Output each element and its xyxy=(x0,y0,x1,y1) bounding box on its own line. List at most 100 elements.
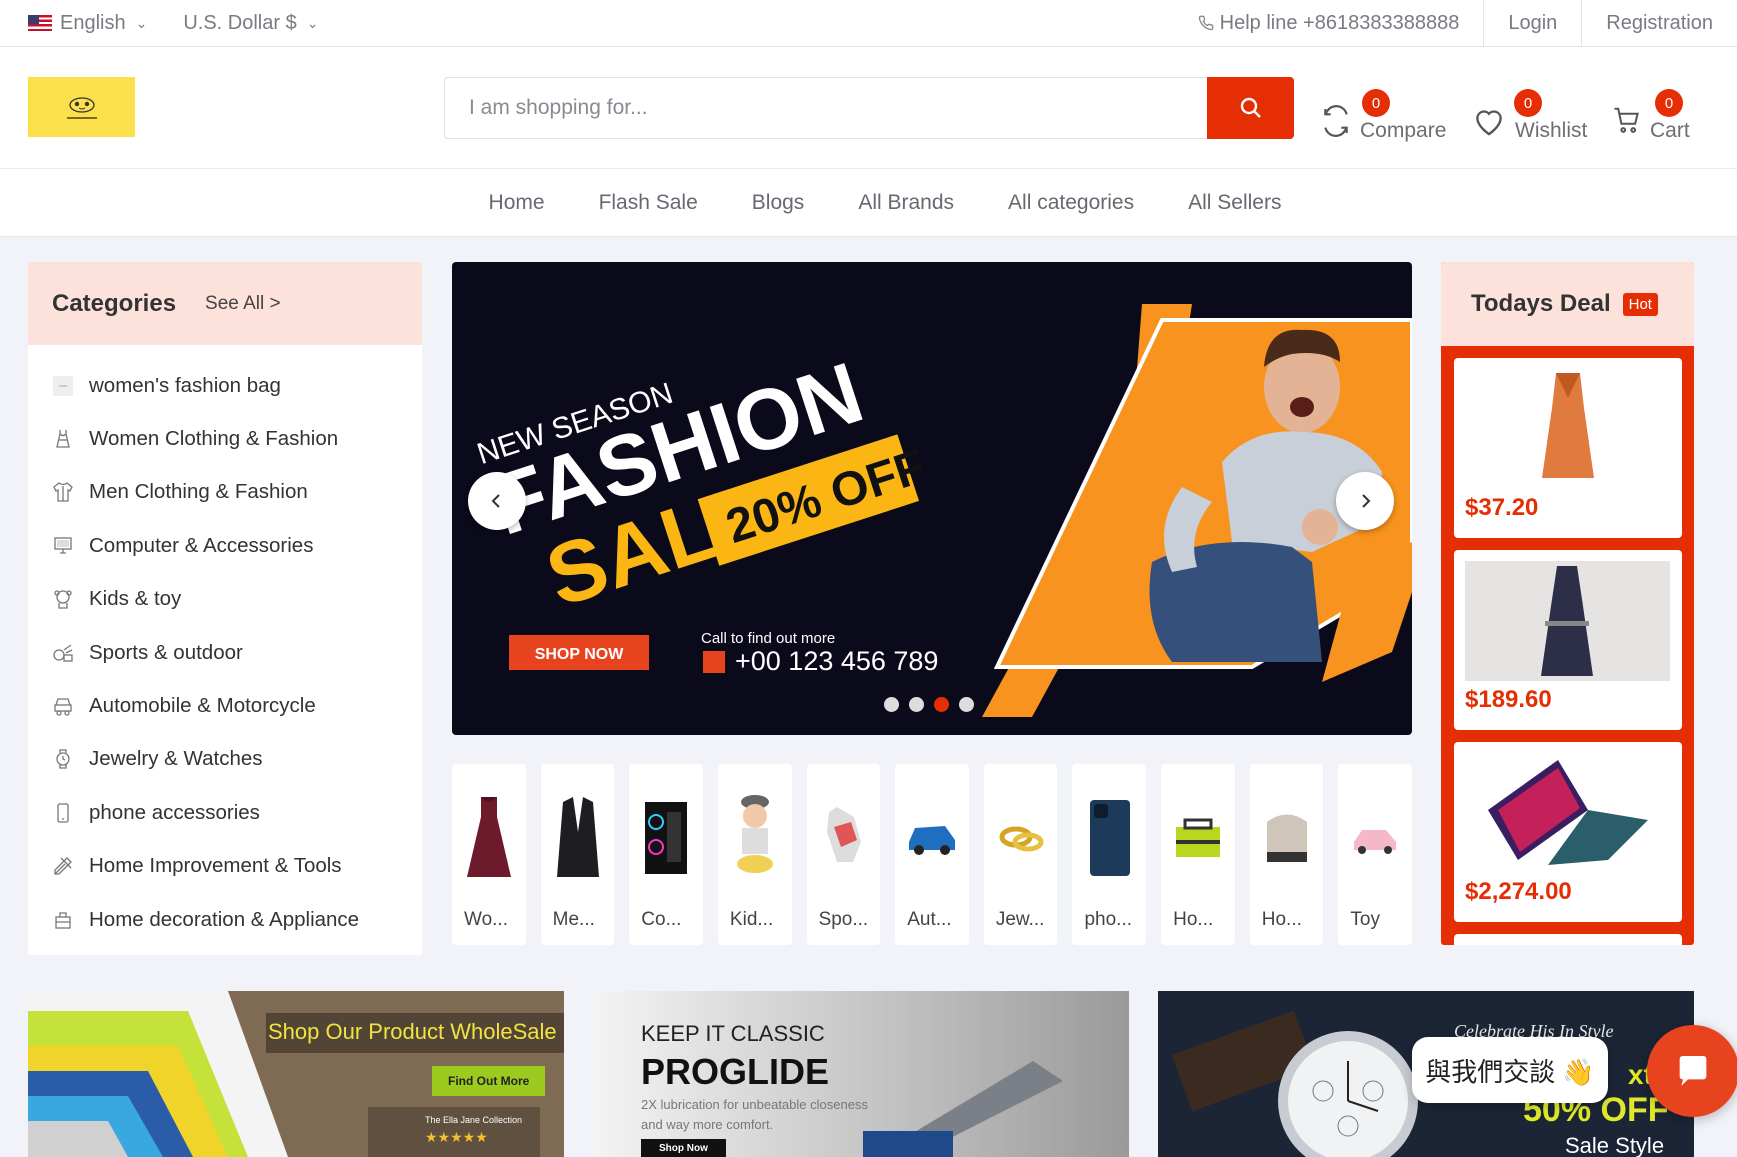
compare-icon xyxy=(1324,105,1348,137)
registration-link[interactable]: Registration xyxy=(1581,0,1737,46)
chat-prompt[interactable]: 與我們交談 👋 xyxy=(1412,1037,1608,1103)
navy-dress-image xyxy=(1465,561,1670,681)
category-item-computer[interactable]: Computer & Accessories xyxy=(28,519,422,572)
search-bar xyxy=(444,77,1294,139)
laptop-image xyxy=(1488,760,1648,865)
top-bar: English ⌄ U.S. Dollar $ ⌄ Help line +861… xyxy=(0,0,1737,47)
compare-button[interactable]: 0 Compare xyxy=(1320,85,1446,143)
find-out-more-button[interactable]: Find Out More xyxy=(432,1066,546,1096)
category-item-kids-toy[interactable]: Kids & toy xyxy=(28,573,422,626)
car-icon xyxy=(52,695,74,717)
slide-dot[interactable] xyxy=(909,697,924,712)
category-tile[interactable]: Spo... xyxy=(806,764,881,945)
category-tile[interactable]: Ho... xyxy=(1161,764,1235,945)
toolbox-image xyxy=(1169,789,1227,884)
main-nav: Home Flash Sale Blogs All Brands All cat… xyxy=(0,169,1737,237)
shop-now-button: SHOP NOW xyxy=(535,646,625,663)
category-list: women's fashion bag Women Clothing & Fas… xyxy=(28,345,422,946)
categories-header: Categories See All > xyxy=(28,262,422,345)
watch-icon xyxy=(52,748,74,770)
category-tile[interactable]: Ho... xyxy=(1249,764,1324,945)
promo-title: PROGLIDE xyxy=(641,1051,830,1092)
shirt-icon xyxy=(52,481,74,503)
promo-banner-wholesale[interactable]: Shop Our Product WholeSale Find Out More… xyxy=(28,991,564,1157)
nav-blogs[interactable]: Blogs xyxy=(752,191,805,215)
banner-prev-button[interactable] xyxy=(468,472,526,530)
currency-selector[interactable]: U.S. Dollar $ ⌄ xyxy=(183,12,318,35)
category-item-automobile[interactable]: Automobile & Motorcycle xyxy=(28,679,422,732)
slide-dot[interactable] xyxy=(959,697,974,712)
deal-price: $189.60 xyxy=(1465,686,1552,713)
deal-product-card[interactable]: $2,274.00 xyxy=(1454,742,1682,922)
slide-dot-active[interactable] xyxy=(934,697,949,712)
login-link[interactable]: Login xyxy=(1483,0,1581,46)
category-tile[interactable]: pho... xyxy=(1072,764,1147,945)
orange-stripe-bottom xyxy=(982,662,1062,717)
promo-subtitle: Sale Style xyxy=(1565,1133,1665,1157)
category-tile[interactable]: Toy xyxy=(1338,764,1413,945)
banner-next-button[interactable] xyxy=(1336,472,1394,530)
phone-icon xyxy=(52,802,74,824)
category-tile[interactable]: Wo... xyxy=(452,764,526,945)
chair-image xyxy=(1258,789,1316,884)
toy-car-image xyxy=(1346,789,1404,884)
heart-icon xyxy=(1476,110,1502,136)
shop-now-button[interactable]: Shop Now xyxy=(641,1139,726,1157)
categories-title: Categories xyxy=(52,289,177,317)
category-tile[interactable]: Aut... xyxy=(895,764,969,945)
glove-image xyxy=(815,789,873,884)
site-header: 0 Compare 0 Wishlist 0 Cart xyxy=(0,47,1737,169)
call-label: Call to find out more xyxy=(701,630,835,647)
cart-button[interactable]: 0 Cart xyxy=(1612,85,1690,143)
nav-all-brands[interactable]: All Brands xyxy=(858,191,954,215)
todays-deal-header: Todays Deal Hot xyxy=(1441,262,1694,346)
search-button[interactable] xyxy=(1207,77,1294,139)
bag-placeholder-icon xyxy=(52,375,74,397)
category-tile[interactable]: Jew... xyxy=(983,764,1058,945)
appliance-icon xyxy=(52,909,74,931)
category-item-home-improvement[interactable]: Home Improvement & Tools xyxy=(28,840,422,893)
category-item-women-clothing[interactable]: Women Clothing & Fashion xyxy=(28,412,422,465)
see-all-link[interactable]: See All > xyxy=(205,293,281,315)
sports-icon xyxy=(52,642,74,664)
suit-jacket-image xyxy=(549,789,607,884)
deal-product-card[interactable]: $189.60 xyxy=(1454,550,1682,730)
category-item-sports[interactable]: Sports & outdoor xyxy=(28,626,422,679)
nav-all-categories[interactable]: All categories xyxy=(1008,191,1134,215)
category-item-home-decoration[interactable]: Home decoration & Appliance xyxy=(28,893,422,946)
deal-product-card[interactable] xyxy=(1454,934,1682,945)
site-logo[interactable] xyxy=(28,77,135,137)
category-tile[interactable]: Co... xyxy=(629,764,703,945)
slide-dot[interactable] xyxy=(884,697,899,712)
us-flag-icon xyxy=(28,15,52,31)
wishlist-button[interactable]: 0 Wishlist xyxy=(1471,85,1587,143)
help-line[interactable]: Help line +8618383388888 xyxy=(1174,0,1484,46)
promo-banner-proglide[interactable]: KEEP IT CLASSIC PROGLIDE 2X lubrication … xyxy=(593,991,1129,1157)
nav-flash-sale[interactable]: Flash Sale xyxy=(599,191,698,215)
deal-price: $37.20 xyxy=(1465,494,1539,521)
category-tile[interactable]: Kid... xyxy=(717,764,792,945)
language-selector[interactable]: English ⌄ xyxy=(28,12,147,35)
smartphone-image xyxy=(1080,789,1138,884)
rings-image xyxy=(992,789,1050,884)
hero-banner[interactable]: NEW SEASON FASHION SALE 20% OFF SHOP NOW… xyxy=(452,262,1412,735)
nav-all-sellers[interactable]: All Sellers xyxy=(1188,191,1281,215)
baby-image xyxy=(726,789,784,884)
chevron-left-icon xyxy=(491,494,500,508)
slide-indicators xyxy=(884,697,974,712)
category-tile[interactable]: Me... xyxy=(540,764,615,945)
nav-home[interactable]: Home xyxy=(489,191,545,215)
category-item-womens-fashion-bag[interactable]: women's fashion bag xyxy=(28,359,422,412)
category-item-phone[interactable]: phone accessories xyxy=(28,786,422,839)
headline-text: NEW SEASON FASHION SALE 20% OFF xyxy=(473,344,932,625)
categories-panel: Categories See All > women's fashion bag… xyxy=(28,262,422,955)
wishlist-count-badge: 0 xyxy=(1514,89,1542,117)
computer-icon xyxy=(52,535,74,557)
search-input[interactable] xyxy=(445,78,1207,138)
phone-icon xyxy=(1198,15,1214,31)
deal-product-card[interactable]: $37.20 xyxy=(1454,358,1682,538)
chat-button[interactable] xyxy=(1647,1025,1737,1117)
category-item-men-clothing[interactable]: Men Clothing & Fashion xyxy=(28,466,422,519)
category-item-jewelry[interactable]: Jewelry & Watches xyxy=(28,733,422,786)
chevron-down-icon: ⌄ xyxy=(306,14,319,31)
